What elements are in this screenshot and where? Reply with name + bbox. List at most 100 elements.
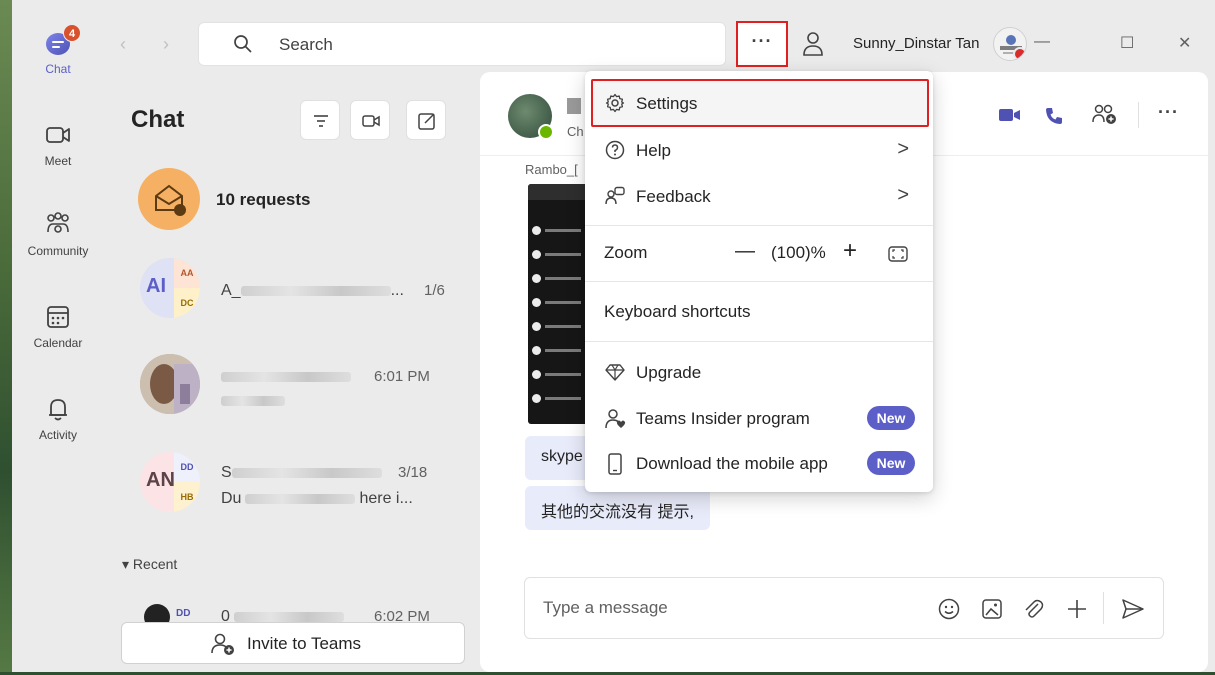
rail-item-activity[interactable]: Activity <box>12 394 104 442</box>
rail-label-chat: Chat <box>45 62 71 76</box>
chat-list-title: Chat <box>131 106 185 133</box>
search-input[interactable] <box>279 33 699 57</box>
chat-preview: Du <box>221 490 242 507</box>
envelope-icon <box>155 184 186 216</box>
video-icon <box>362 115 380 127</box>
group-avatar: AI AA DC <box>140 258 200 318</box>
chat-icon: 4 <box>43 24 81 58</box>
chevron-right-icon: > <box>897 138 909 160</box>
chat-name: S <box>221 464 232 481</box>
bell-icon <box>43 394 73 424</box>
presence-busy-dot <box>1013 47 1026 60</box>
conversation-subtitle: Ch <box>567 124 584 139</box>
filter-icon <box>314 115 328 127</box>
chat-meta: 1/6 <box>424 282 445 299</box>
add-person-icon <box>211 633 234 655</box>
help-icon <box>605 140 625 160</box>
rail-label-activity: Activity <box>38 428 77 442</box>
rail-label-calendar: Calendar <box>33 336 83 350</box>
shared-screenshot-image[interactable] <box>528 184 590 424</box>
add-people-icon[interactable] <box>1092 104 1118 131</box>
menu-item-upgrade[interactable]: Upgrade <box>585 350 933 394</box>
insider-person-icon <box>605 409 626 429</box>
video-call-icon[interactable] <box>998 106 1022 129</box>
video-camera-icon <box>43 120 73 150</box>
settings-and-more-button[interactable]: ··· <box>736 21 788 67</box>
conversation-more-icon[interactable]: ··· <box>1158 102 1179 123</box>
new-chat-button[interactable] <box>406 100 446 140</box>
diamond-icon <box>605 364 625 381</box>
chat-row[interactable]: 6:01 PM <box>104 354 476 424</box>
rail-label-meet: Meet <box>44 154 72 168</box>
rail-item-community[interactable]: Community <box>12 210 104 258</box>
chat-unread-badge: 4 <box>63 24 81 42</box>
attach-icon[interactable] <box>1021 597 1045 626</box>
new-badge: New <box>867 451 915 475</box>
rail-item-chat[interactable]: 4 Chat <box>12 24 104 76</box>
send-icon[interactable] <box>1120 597 1146 626</box>
menu-item-teams-insider[interactable]: Teams Insider program New <box>585 396 933 440</box>
feedback-icon <box>605 186 625 205</box>
fullscreen-icon[interactable] <box>888 246 908 267</box>
menu-item-help[interactable]: Help > <box>585 128 933 172</box>
zoom-value: (100)% <box>771 243 826 262</box>
menu-item-feedback[interactable]: Feedback > <box>585 174 933 218</box>
search-icon <box>233 34 253 54</box>
contact-avatar <box>140 354 200 414</box>
presence-available-dot <box>538 124 554 140</box>
menu-item-keyboard-shortcuts[interactable]: Keyboard shortcuts <box>585 289 933 333</box>
back-arrow-icon[interactable]: ‹ <box>120 34 126 55</box>
search-box[interactable] <box>198 22 726 66</box>
emoji-icon[interactable] <box>937 597 961 626</box>
minimize-button[interactable]: — <box>1034 33 1050 51</box>
maximize-button[interactable]: ☐ <box>1120 33 1134 53</box>
meet-now-button[interactable] <box>350 100 390 140</box>
desktop-wallpaper-edge <box>0 0 12 675</box>
compose-box[interactable] <box>524 577 1164 639</box>
filter-button[interactable] <box>300 100 340 140</box>
menu-divider <box>585 341 933 342</box>
forward-arrow-icon[interactable]: › <box>163 34 169 55</box>
message-bubble[interactable]: 其他的交流没有 提示, <box>525 486 710 530</box>
zoom-in-button[interactable]: + <box>843 237 857 265</box>
chat-meta: 3/18 <box>398 464 428 481</box>
chevron-right-icon: > <box>897 184 909 206</box>
close-window-button[interactable]: ✕ <box>1178 33 1191 53</box>
requests-label[interactable]: 10 requests <box>216 190 311 210</box>
calendar-icon <box>43 302 73 332</box>
rail-item-meet[interactable]: Meet <box>12 120 104 168</box>
account-name[interactable]: Sunny_Dinstar Tan <box>853 35 979 52</box>
settings-and-more-menu: Settings Help > Feedback > Zoom — (100)%… <box>585 71 933 492</box>
chat-meta: 6:01 PM <box>374 368 430 385</box>
more-icon: ··· <box>751 31 773 51</box>
rail-item-calendar[interactable]: Calendar <box>12 302 104 350</box>
conversation-avatar[interactable] <box>508 94 554 140</box>
app-rail: 4 Chat Meet Community Calendar Activity <box>12 10 104 672</box>
invite-to-teams-button[interactable]: Invite to Teams <box>121 622 465 664</box>
zoom-out-button[interactable]: — <box>735 240 755 263</box>
group-avatar: AN DD HB <box>140 452 200 512</box>
menu-item-settings[interactable]: Settings <box>591 79 929 127</box>
plus-icon[interactable] <box>1065 597 1089 626</box>
chat-row[interactable]: AN DD HB S 3/18 Du here i... <box>104 452 476 522</box>
new-badge: New <box>867 406 915 430</box>
gear-icon <box>605 93 625 113</box>
chat-name: A_ <box>221 282 241 299</box>
chat-row[interactable]: AI AA DC A_... 1/6 <box>104 258 476 328</box>
chat-list-pane: Chat 10 requests AI AA DC A_... 1/6 6:01… <box>104 72 476 672</box>
profile-avatar[interactable] <box>993 27 1027 61</box>
image-icon[interactable] <box>980 597 1004 626</box>
message-sender: Rambo_[ <box>525 162 578 177</box>
menu-item-download-mobile-app[interactable]: Download the mobile app New <box>585 441 933 485</box>
message-input[interactable] <box>543 596 923 620</box>
menu-divider <box>585 225 933 226</box>
requests-avatar[interactable] <box>138 168 200 230</box>
audio-call-icon[interactable] <box>1044 106 1064 131</box>
zoom-label: Zoom <box>604 243 648 262</box>
person-icon[interactable] <box>800 30 826 58</box>
compose-icon <box>418 113 435 130</box>
rail-label-community: Community <box>27 244 89 258</box>
mobile-phone-icon <box>608 453 622 475</box>
recent-section-header[interactable]: ▾ Recent <box>122 556 177 573</box>
community-icon <box>43 210 73 240</box>
